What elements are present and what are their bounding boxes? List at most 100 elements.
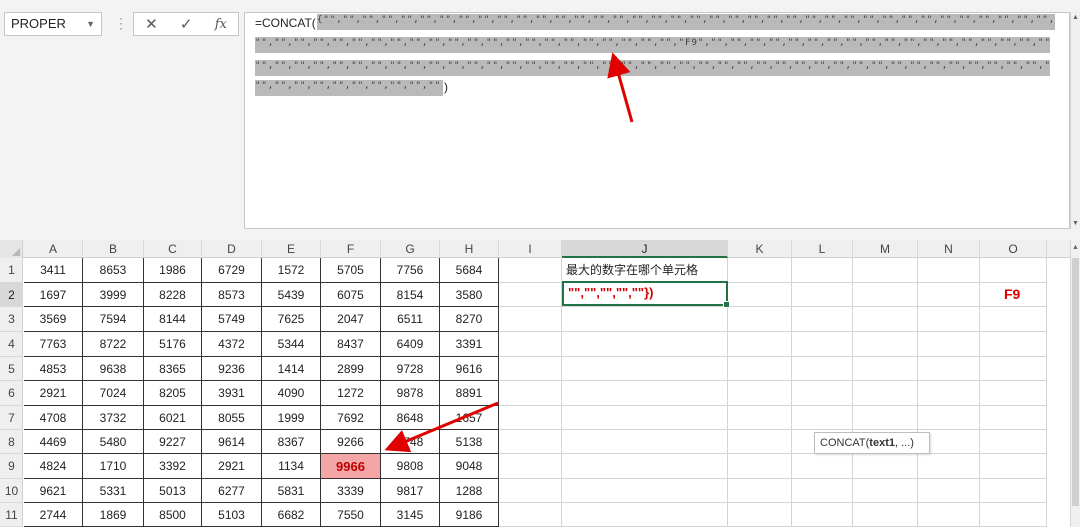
column-header-g[interactable]: G — [381, 240, 440, 258]
cell-h10[interactable]: 1288 — [440, 479, 499, 503]
cell-h3[interactable]: 8270 — [440, 307, 499, 332]
cell-b10[interactable]: 5331 — [83, 479, 144, 503]
cell-i6[interactable] — [499, 381, 562, 406]
cell-f6[interactable]: 1272 — [321, 381, 381, 406]
cell-f3[interactable]: 2047 — [321, 307, 381, 332]
cell-i10[interactable] — [499, 479, 562, 503]
row-header-4[interactable]: 4 — [0, 332, 23, 357]
column-header-f[interactable]: F — [321, 240, 381, 258]
cell-j7[interactable] — [562, 406, 728, 430]
cell-b7[interactable]: 3732 — [83, 406, 144, 430]
column-header-d[interactable]: D — [202, 240, 262, 258]
cell-m11[interactable] — [853, 503, 918, 527]
cell-o11[interactable] — [980, 503, 1047, 527]
cell-f7[interactable]: 7692 — [321, 406, 381, 430]
cell-d8[interactable]: 9614 — [202, 430, 262, 454]
cell-j4[interactable] — [562, 332, 728, 357]
column-header-l[interactable]: L — [792, 240, 853, 258]
cell-l1[interactable] — [792, 258, 853, 283]
cell-i9[interactable] — [499, 454, 562, 479]
cell-k10[interactable] — [728, 479, 792, 503]
cell-d2[interactable]: 8573 — [202, 283, 262, 307]
cell-b8[interactable]: 5480 — [83, 430, 144, 454]
cell-i5[interactable] — [499, 357, 562, 381]
formula-bar-scrollbar[interactable]: ▲ ▼ — [1070, 12, 1080, 229]
cell-e2[interactable]: 5439 — [262, 283, 321, 307]
cell-c11[interactable]: 8500 — [144, 503, 202, 527]
column-header-j[interactable]: J — [562, 240, 728, 258]
cell-h7[interactable]: 1657 — [440, 406, 499, 430]
cell-k1[interactable] — [728, 258, 792, 283]
cell-l7[interactable] — [792, 406, 853, 430]
cell-h1[interactable]: 5684 — [440, 258, 499, 283]
row-header-2[interactable]: 2 — [0, 283, 23, 307]
cell-e9[interactable]: 1134 — [262, 454, 321, 479]
cell-l5[interactable] — [792, 357, 853, 381]
cell-f4[interactable]: 8437 — [321, 332, 381, 357]
row-header-11[interactable]: 11 — [0, 503, 23, 527]
cell-a7[interactable]: 4708 — [24, 406, 83, 430]
cell-d7[interactable]: 8055 — [202, 406, 262, 430]
cell-n5[interactable] — [918, 357, 980, 381]
cell-l2[interactable] — [792, 283, 853, 307]
cell-c10[interactable]: 5013 — [144, 479, 202, 503]
cell-j5[interactable] — [562, 357, 728, 381]
cell-m9[interactable] — [853, 454, 918, 479]
cell-e1[interactable]: 1572 — [262, 258, 321, 283]
cell-b6[interactable]: 7024 — [83, 381, 144, 406]
cell-g11[interactable]: 3145 — [381, 503, 440, 527]
insert-function-button[interactable]: fx — [215, 17, 227, 32]
cell-e7[interactable]: 1999 — [262, 406, 321, 430]
cell-o6[interactable] — [980, 381, 1047, 406]
cell-o9[interactable] — [980, 454, 1047, 479]
row-header-10[interactable]: 10 — [0, 479, 23, 503]
cell-m7[interactable] — [853, 406, 918, 430]
column-header-c[interactable]: C — [144, 240, 202, 258]
cell-g6[interactable]: 9878 — [381, 381, 440, 406]
cell-a6[interactable]: 2921 — [24, 381, 83, 406]
function-tooltip[interactable]: CONCAT(text1, ...) — [814, 432, 930, 454]
chevron-down-icon[interactable]: ▼ — [86, 13, 95, 35]
cell-o8[interactable] — [980, 430, 1047, 454]
cell-o10[interactable] — [980, 479, 1047, 503]
cell-h11[interactable]: 9186 — [440, 503, 499, 527]
cell-a5[interactable]: 4853 — [24, 357, 83, 381]
cell-a2[interactable]: 1697 — [24, 283, 83, 307]
cell-n3[interactable] — [918, 307, 980, 332]
fill-handle[interactable] — [723, 301, 730, 308]
cell-h9[interactable]: 9048 — [440, 454, 499, 479]
cell-c4[interactable]: 5176 — [144, 332, 202, 357]
cell-g4[interactable]: 6409 — [381, 332, 440, 357]
cell-l11[interactable] — [792, 503, 853, 527]
cell-g1[interactable]: 7756 — [381, 258, 440, 283]
cell-n9[interactable] — [918, 454, 980, 479]
cell-h4[interactable]: 3391 — [440, 332, 499, 357]
cell-g3[interactable]: 6511 — [381, 307, 440, 332]
cell-n2[interactable] — [918, 283, 980, 307]
cell-a11[interactable]: 2744 — [24, 503, 83, 527]
cell-m4[interactable] — [853, 332, 918, 357]
column-header-o[interactable]: O — [980, 240, 1047, 258]
row-header-8[interactable]: 8 — [0, 430, 23, 454]
cell-g9[interactable]: 9808 — [381, 454, 440, 479]
row-header-1[interactable]: 1 — [0, 258, 23, 283]
cell-f1[interactable]: 5705 — [321, 258, 381, 283]
cell-a4[interactable]: 7763 — [24, 332, 83, 357]
cell-j3[interactable] — [562, 307, 728, 332]
cell-f11[interactable]: 7550 — [321, 503, 381, 527]
cell-a3[interactable]: 3569 — [24, 307, 83, 332]
cell-e6[interactable]: 4090 — [262, 381, 321, 406]
cell-j1[interactable]: 最大的数字在哪个单元格 — [566, 261, 698, 278]
row-header-7[interactable]: 7 — [0, 406, 23, 430]
cell-m3[interactable] — [853, 307, 918, 332]
cell-c5[interactable]: 8365 — [144, 357, 202, 381]
cell-i1[interactable] — [499, 258, 562, 283]
close-icon[interactable]: ✕ — [145, 15, 158, 33]
cell-k9[interactable] — [728, 454, 792, 479]
scroll-up-icon[interactable]: ▲ — [1072, 244, 1079, 251]
cell-h6[interactable]: 8891 — [440, 381, 499, 406]
cell-f10[interactable]: 3339 — [321, 479, 381, 503]
cell-i8[interactable] — [499, 430, 562, 454]
cell-c2[interactable]: 8228 — [144, 283, 202, 307]
cell-m6[interactable] — [853, 381, 918, 406]
